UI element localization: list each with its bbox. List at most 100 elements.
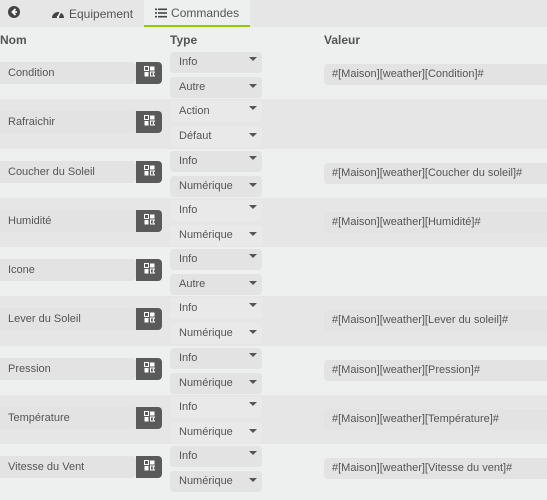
subtype-select[interactable]: Numérique (170, 372, 262, 394)
subtype-select[interactable]: Numérique (170, 224, 262, 246)
type-select[interactable]: Info (170, 52, 262, 73)
tab-label: Equipement (69, 6, 134, 21)
qr-flag-icon (143, 213, 155, 228)
tab-equipement[interactable]: Equipement (40, 0, 144, 27)
caret-down-icon (249, 231, 257, 236)
qr-flag-icon (143, 361, 155, 376)
column-header-name: Nom (0, 33, 27, 47)
command-value-input[interactable]: #[Maison][weather][Coucher du soleil]# (324, 162, 547, 184)
type-select[interactable]: Info (170, 397, 262, 419)
column-header-value: Valeur (324, 33, 361, 47)
icon-config-button[interactable] (136, 357, 162, 380)
command-name-input[interactable]: Lever du Soleil (0, 308, 136, 331)
type-select-value: Action (179, 105, 210, 118)
command-name-input[interactable]: Vitesse du Vent (0, 456, 136, 479)
type-select-value: Info (179, 203, 198, 216)
back-button[interactable] (0, 0, 40, 27)
qr-flag-icon (143, 115, 155, 129)
tab-bar: Equipement Commandes (0, 0, 547, 27)
command-row: Pression Info Numérique #[Maison][weathe… (0, 345, 547, 396)
caret-down-icon (249, 281, 257, 286)
command-row: Vitesse du Vent Info Numérique #[Maison]… (0, 444, 547, 494)
caret-down-icon (249, 57, 257, 61)
command-value-input[interactable]: #[Maison][weather][Lever du soleil]# (324, 310, 547, 332)
command-name-input[interactable]: Humidité (0, 209, 136, 232)
table-header: Nom Type Valeur (0, 27, 547, 50)
caret-down-icon (249, 106, 257, 111)
icon-config-button[interactable] (136, 259, 162, 282)
type-select-value: Info (179, 56, 198, 68)
type-select[interactable]: Info (170, 249, 262, 271)
command-value-input[interactable]: #[Maison][weather][Pression]# (324, 359, 547, 381)
subtype-select[interactable]: Autre (170, 274, 262, 296)
subtype-select-value: Autre (179, 278, 206, 291)
qr-flag-icon (143, 66, 155, 80)
subtype-select[interactable]: Numérique (170, 471, 262, 493)
type-select[interactable]: Info (170, 347, 262, 369)
qr-flag-icon (143, 411, 155, 425)
command-name-input[interactable]: Température (0, 407, 136, 430)
subtype-select-value: Numérique (179, 426, 233, 439)
list-icon (155, 8, 168, 18)
tab-commandes[interactable]: Commandes (144, 0, 251, 27)
subtype-select-value: Numérique (179, 228, 233, 241)
type-select[interactable]: Info (170, 150, 262, 172)
command-name-input[interactable]: Rafraichir (0, 111, 136, 134)
type-select-value: Info (179, 351, 198, 364)
caret-down-icon (249, 254, 257, 259)
caret-down-icon (249, 155, 257, 160)
caret-down-icon (249, 133, 257, 138)
icon-config-button[interactable] (136, 456, 162, 479)
qr-flag-icon (143, 263, 155, 277)
subtype-select[interactable]: Défaut (170, 126, 262, 148)
type-select-value: Info (179, 154, 198, 167)
command-list: Condition Info Autre #[Maison][weather][… (0, 50, 547, 494)
icon-config-button[interactable] (136, 407, 162, 430)
subtype-select-value: Numérique (179, 376, 233, 389)
subtype-select[interactable]: Autre (170, 77, 262, 98)
type-select[interactable]: Action (170, 101, 262, 123)
command-row: Lever du Soleil Info Numérique #[Maison]… (0, 296, 547, 346)
icon-config-button[interactable] (136, 62, 162, 84)
subtype-select-value: Numérique (179, 475, 233, 488)
subtype-select[interactable]: Numérique (170, 175, 262, 197)
type-select[interactable]: Info (170, 199, 262, 221)
type-select-value: Info (179, 401, 198, 414)
command-name-input[interactable]: Pression (0, 357, 136, 380)
subtype-select-value: Numérique (179, 179, 233, 192)
tab-label: Commandes (171, 5, 240, 20)
command-name-input[interactable]: Coucher du Soleil (0, 160, 136, 183)
caret-down-icon (249, 478, 257, 483)
caret-down-icon (249, 303, 257, 308)
caret-down-icon (249, 402, 257, 407)
subtype-select-value: Défaut (179, 130, 212, 143)
subtype-select[interactable]: Numérique (170, 323, 262, 345)
icon-config-button[interactable] (136, 160, 162, 183)
command-value-input[interactable]: #[Maison][weather][Température]# (324, 409, 547, 431)
caret-down-icon (249, 451, 257, 456)
caret-down-icon (249, 182, 257, 187)
type-select[interactable]: Info (170, 298, 262, 320)
type-select-value: Info (179, 450, 198, 463)
subtype-select[interactable]: Numérique (170, 422, 262, 444)
caret-down-icon (249, 204, 257, 209)
subtype-select-value: Numérique (179, 327, 233, 340)
type-select[interactable]: Info (170, 446, 262, 468)
command-name-input[interactable]: Icone (0, 259, 136, 282)
qr-flag-icon (143, 164, 155, 179)
command-name-input[interactable]: Condition (0, 62, 136, 84)
caret-down-icon (249, 330, 257, 335)
command-value-input[interactable]: #[Maison][weather][Vitesse du vent]# (324, 458, 547, 480)
caret-down-icon (249, 429, 257, 434)
back-arrow-circle-icon (8, 6, 20, 21)
icon-config-button[interactable] (136, 111, 162, 134)
command-row: Température Info Numérique #[Maison][wea… (0, 395, 547, 445)
command-row: Coucher du Soleil Info Numérique #[Maiso… (0, 148, 547, 198)
type-select-value: Info (179, 253, 198, 266)
caret-down-icon (249, 84, 257, 88)
command-value-input[interactable]: #[Maison][weather][Humidité]# (324, 211, 547, 233)
icon-config-button[interactable] (136, 209, 162, 232)
type-select-value: Info (179, 302, 198, 315)
command-value-input[interactable]: #[Maison][weather][Condition]# (324, 64, 547, 85)
icon-config-button[interactable] (136, 308, 162, 331)
